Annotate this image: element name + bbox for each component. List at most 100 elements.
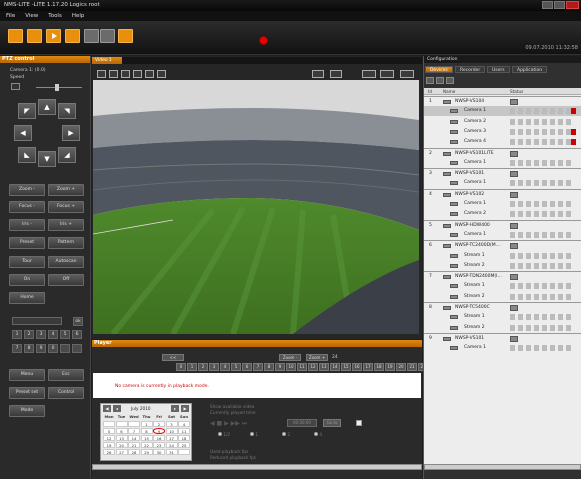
timeline-hour-5[interactable]: 5 — [231, 363, 241, 371]
menu-help[interactable]: Help — [72, 11, 85, 21]
snapshot-icon[interactable] — [157, 70, 166, 78]
tree-scrollbar[interactable] — [424, 464, 581, 470]
ptz-down-right-button[interactable]: ◢ — [58, 147, 76, 163]
timeline-hour-15[interactable]: 15 — [341, 363, 351, 371]
calendar-day[interactable]: 2 — [153, 421, 165, 427]
device-row[interactable]: 5 NWSP-HDW400 — [424, 219, 581, 230]
timeline-hour-8[interactable]: 8 — [264, 363, 274, 371]
esc-button[interactable]: Esc — [48, 369, 84, 381]
timeline-hour-18[interactable]: 18 — [374, 363, 384, 371]
channel-row[interactable]: Camera 4 — [424, 137, 581, 147]
calendar-day[interactable]: 23 — [153, 442, 165, 448]
calendar-day[interactable]: 16 — [153, 435, 165, 441]
calendar-day[interactable]: 30 — [153, 449, 165, 455]
speed-option[interactable]: 4 — [314, 432, 322, 437]
menu-view[interactable]: View — [25, 11, 38, 21]
keypad-7[interactable]: 7 — [12, 344, 22, 353]
keypad-input[interactable] — [12, 317, 62, 325]
channel-row[interactable]: Stream 1 — [424, 281, 581, 291]
channel-row[interactable]: Camera 1 — [424, 343, 581, 353]
calendar-day[interactable]: 1 — [140, 421, 153, 427]
device-row[interactable]: 9 NWSP-VS101 — [424, 332, 581, 343]
timeline-hour-13[interactable]: 13 — [319, 363, 329, 371]
calendar-day[interactable]: 19 — [103, 442, 115, 448]
calendar-day[interactable]: 25 — [178, 442, 190, 448]
calendar-day[interactable]: 28 — [128, 449, 140, 455]
tab-devices[interactable]: Devices — [425, 66, 453, 73]
device-row[interactable]: 7 NWSP-TDN2400M(I... — [424, 271, 581, 281]
mode-button[interactable]: Mode — [9, 405, 45, 417]
ptz-up-button[interactable]: ▲ — [38, 99, 56, 115]
layout-custom-icon[interactable] — [145, 70, 154, 78]
player-zoom-in-button[interactable]: Zoom + — [306, 354, 328, 361]
menu-button[interactable]: Menu — [9, 369, 45, 381]
calendar-day[interactable]: 26 — [103, 449, 115, 455]
ptz-down-left-button[interactable]: ◣ — [18, 147, 36, 163]
keypad-1[interactable]: 1 — [12, 330, 22, 339]
pattern-button[interactable]: Pattern — [48, 237, 84, 249]
control-button[interactable]: Control — [48, 387, 84, 399]
timeline-hour-14[interactable]: 14 — [330, 363, 340, 371]
calendar-day[interactable]: 3 — [165, 421, 178, 427]
channel-row[interactable]: Camera 1 — [424, 178, 581, 188]
calendar-day[interactable]: 5 — [103, 428, 115, 434]
timeline-prev-button[interactable]: << — [162, 354, 184, 361]
preset-set-button[interactable]: Preset set — [9, 387, 45, 399]
minimize-button[interactable] — [542, 1, 553, 9]
timeline-hour-0[interactable]: 0 — [176, 363, 186, 371]
keypad-0[interactable]: 0 — [48, 344, 58, 353]
device-row[interactable]: 8 NWSP-TC5400C — [424, 302, 581, 312]
tab-application[interactable]: Application — [512, 66, 548, 73]
calendar-day[interactable]: 6 — [115, 428, 128, 434]
keypad-8[interactable]: 8 — [24, 344, 34, 353]
keypad-extra-1[interactable] — [60, 344, 70, 353]
zoom-in-button[interactable]: Zoom + — [48, 184, 84, 196]
focus-in-button[interactable]: Focus + — [48, 201, 84, 213]
timeline-hour-17[interactable]: 17 — [363, 363, 373, 371]
calendar-prev-month-button[interactable]: ◂ — [113, 405, 121, 412]
delete-device-icon[interactable] — [436, 77, 444, 84]
calendar-day[interactable]: 27 — [115, 449, 128, 455]
device-row[interactable]: 1 NWSP-VS104 — [424, 96, 581, 106]
calendar-day[interactable]: 7 — [128, 428, 140, 434]
layout-1x1-icon[interactable] — [97, 70, 106, 78]
calendar-day[interactable]: 31 — [165, 449, 178, 455]
speed-slider-thumb[interactable] — [54, 84, 59, 91]
timeline-hour-12[interactable]: 12 — [308, 363, 318, 371]
zoom-out-button[interactable]: Zoom - — [9, 184, 45, 196]
prev-frame-icon[interactable] — [380, 70, 394, 78]
calendar-day[interactable]: 21 — [128, 442, 140, 448]
sync-checkbox[interactable] — [356, 420, 362, 426]
off-button[interactable]: Off — [48, 274, 84, 286]
timeline-hour-6[interactable]: 6 — [242, 363, 252, 371]
settings-icon[interactable] — [118, 29, 133, 43]
camera-icon[interactable] — [8, 29, 23, 43]
goto-button[interactable]: Go to — [323, 419, 341, 427]
layout-2x2-icon[interactable] — [109, 70, 118, 78]
channel-row[interactable]: Stream 2 — [424, 323, 581, 333]
menu-file[interactable]: File — [6, 11, 15, 21]
calendar-day[interactable]: 14 — [128, 435, 140, 441]
timeline-hour-21[interactable]: 21 — [407, 363, 417, 371]
calendar-prev-button[interactable]: ◀ — [103, 405, 111, 412]
close-button[interactable] — [566, 1, 579, 9]
calendar-day[interactable]: 12 — [103, 435, 115, 441]
playback-transport[interactable]: ◀ ■ ▶ ▶▶ ⏭ — [210, 420, 247, 428]
keypad-3[interactable]: 3 — [36, 330, 46, 339]
timeline-hour-10[interactable]: 10 — [286, 363, 296, 371]
calendar-day[interactable]: 24 — [165, 442, 178, 448]
channel-row[interactable]: Camera 1 — [424, 230, 581, 240]
ptz-down-button[interactable]: ▼ — [38, 151, 56, 167]
time-input[interactable]: 00:00:00 — [287, 419, 317, 427]
calendar-day[interactable]: 9 — [153, 428, 165, 434]
camera-video-feed[interactable] — [93, 80, 419, 334]
iris-open-button[interactable]: Iris + — [48, 219, 84, 231]
keypad-6[interactable]: 6 — [72, 330, 82, 339]
timeline-hour-9[interactable]: 9 — [275, 363, 285, 371]
calendar-day[interactable]: 11 — [178, 428, 190, 434]
tour-button[interactable]: Tour — [9, 256, 45, 268]
calendar-day[interactable]: 8 — [140, 428, 153, 434]
fullscreen-icon[interactable] — [312, 70, 324, 78]
tab-video-1[interactable]: Video 1 — [92, 57, 122, 64]
ptz-right-button[interactable]: ▶ — [62, 125, 80, 141]
